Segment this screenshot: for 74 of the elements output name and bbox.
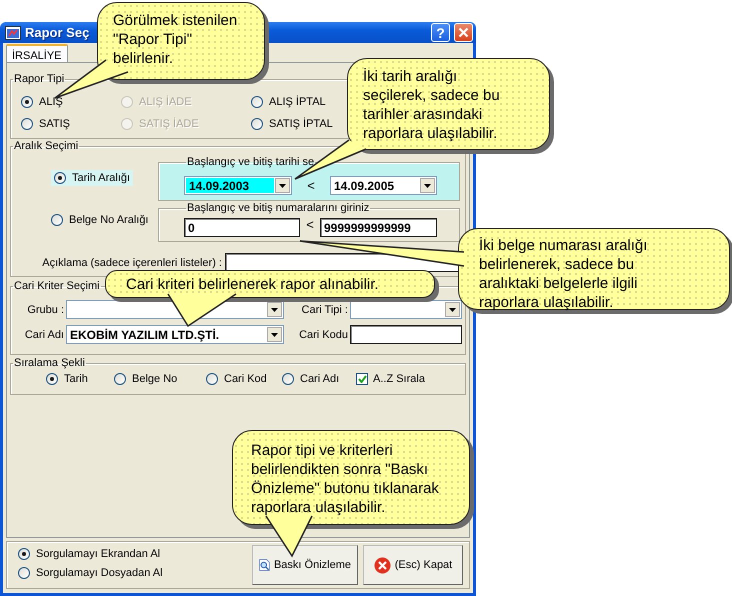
combo-box[interactable]: 14.09.2005 (330, 176, 437, 195)
callout-pointer (168, 294, 236, 326)
close-button[interactable]: (Esc) Kapat (363, 545, 463, 585)
group-title: Aralık Seçimi (13, 140, 80, 152)
field-label: Cari Tipi : (300, 304, 348, 316)
radio-label: ALIŞ İADE (139, 96, 192, 108)
dropdown-button[interactable] (267, 327, 282, 342)
caret-icon (279, 184, 286, 188)
text-field[interactable]: 0 (184, 218, 300, 237)
dropdown-button[interactable] (275, 178, 290, 193)
radio-label: Sorgulamayı Ekrandan Al (36, 548, 160, 560)
combo-value: EKOBİM YAZILIM LTD.ŞTİ. (69, 326, 220, 343)
group-title: Başlangıç ve bitiş tarihi se (186, 156, 316, 168)
radio-button[interactable] (251, 96, 263, 108)
caret-icon (271, 332, 278, 336)
radio-label: Sorgulamayı Dosyadan Al (36, 567, 163, 579)
less-than-sign: < (306, 178, 316, 193)
radio-button[interactable] (282, 373, 294, 385)
radio-label: Belge No Aralığı (69, 214, 148, 226)
radio-button[interactable] (251, 118, 263, 130)
combo-value: 14.09.2003 (186, 178, 274, 193)
checkbox[interactable] (356, 373, 368, 385)
field-label: Açıklama (sadece içerenleri listeler) : (41, 256, 223, 268)
radio-label: Cari Adı (300, 373, 340, 385)
radio-button[interactable] (206, 373, 218, 385)
close-icon (458, 27, 469, 38)
radio-label: SATIŞ İADE (139, 118, 199, 130)
radio-button[interactable] (54, 172, 66, 184)
radio-button[interactable] (21, 118, 33, 130)
window-title: Rapor Seç (25, 25, 90, 40)
combo-box[interactable] (350, 300, 462, 319)
group-title: Rapor Tipi (13, 73, 66, 85)
text-field[interactable]: 9999999999999 (320, 218, 437, 237)
caret-icon (449, 308, 456, 312)
radio-button[interactable] (18, 548, 30, 560)
checkbox-label: A..Z Sırala (373, 373, 425, 385)
radio-label: SATIŞ İPTAL (269, 118, 333, 130)
text-field[interactable] (350, 325, 462, 344)
field-label: Cari Adı (24, 328, 64, 340)
dropdown-button[interactable] (420, 178, 435, 193)
combo-box[interactable]: 14.09.2003 (184, 176, 292, 195)
field-label: Grubu : (26, 304, 64, 316)
document-magnifier-icon (259, 556, 270, 574)
combo-value: 14.09.2005 (333, 178, 396, 194)
checkmark-icon (358, 375, 366, 383)
radio-button[interactable] (21, 96, 33, 108)
less-than-sign: < (305, 217, 315, 234)
callout-pointer (266, 516, 312, 556)
radio-button[interactable] (18, 567, 30, 579)
group-title: Cari Kriter Seçimi (13, 280, 101, 292)
caret-icon (271, 308, 278, 312)
combo-box[interactable]: EKOBİM YAZILIM LTD.ŞTİ. (66, 325, 284, 344)
preview-button[interactable]: Baskı Önizleme (252, 545, 358, 585)
radio-label: Cari Kod (224, 373, 267, 385)
radio-label: Tarih Aralığı (72, 172, 130, 184)
radio-button[interactable] (51, 214, 63, 226)
radio-label: SATIŞ (39, 118, 70, 130)
close-button[interactable] (454, 23, 473, 42)
radio-label: Tarih (64, 373, 88, 385)
radio-label: ALIŞ (39, 96, 63, 108)
tab[interactable]: İRSALİYE (6, 44, 68, 62)
group-title: Sıralama Şekli (13, 357, 86, 369)
radio-label: Belge No (132, 373, 178, 385)
radio-label: ALIŞ İPTAL (269, 96, 326, 108)
field-label: Cari Kodu (298, 328, 348, 340)
dropdown-button[interactable] (267, 302, 282, 317)
caret-icon (424, 184, 431, 188)
radio-button[interactable] (46, 373, 58, 385)
radio-button[interactable] (114, 373, 126, 385)
app-icon (5, 26, 21, 40)
group-title: Başlangıç ve bitiş numaralarını giriniz (186, 202, 370, 214)
dropdown-button[interactable] (445, 302, 460, 317)
help-button[interactable]: ? (431, 23, 450, 42)
close-icon (374, 556, 391, 574)
